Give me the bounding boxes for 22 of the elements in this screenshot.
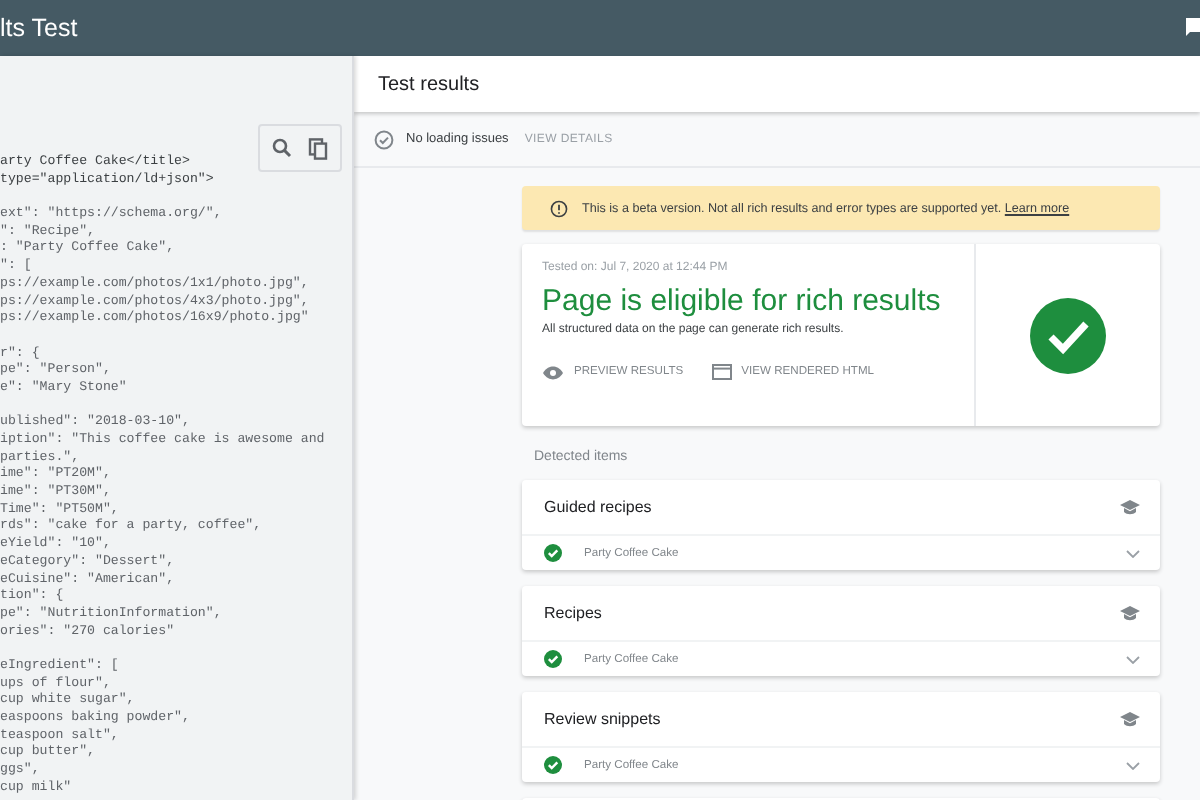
eye-icon bbox=[542, 365, 564, 379]
success-check-icon bbox=[1030, 297, 1106, 373]
check-circle-icon bbox=[544, 650, 562, 668]
item-title: Guided recipes bbox=[544, 498, 652, 516]
chevron-down-icon[interactable] bbox=[1126, 761, 1140, 769]
copy-icon[interactable] bbox=[308, 137, 328, 159]
graduation-cap-icon[interactable] bbox=[1120, 711, 1140, 727]
check-circle-icon bbox=[374, 129, 394, 149]
check-circle-icon bbox=[544, 544, 562, 562]
chevron-down-icon[interactable] bbox=[1126, 549, 1140, 557]
browser-window-icon bbox=[711, 364, 732, 380]
graduation-cap-icon[interactable] bbox=[1120, 605, 1140, 621]
search-icon[interactable] bbox=[272, 138, 292, 158]
check-circle-icon bbox=[544, 756, 562, 774]
graduation-cap-icon[interactable] bbox=[1120, 499, 1140, 515]
app-title: lts Test bbox=[0, 14, 78, 42]
item-title: Recipes bbox=[544, 604, 602, 622]
results-title: Test results bbox=[378, 73, 480, 95]
item-title: Review snippets bbox=[544, 710, 661, 728]
info-icon bbox=[550, 199, 568, 217]
eligibility-headline: Page is eligible for rich results bbox=[542, 284, 943, 318]
chevron-down-icon[interactable] bbox=[1126, 655, 1140, 663]
